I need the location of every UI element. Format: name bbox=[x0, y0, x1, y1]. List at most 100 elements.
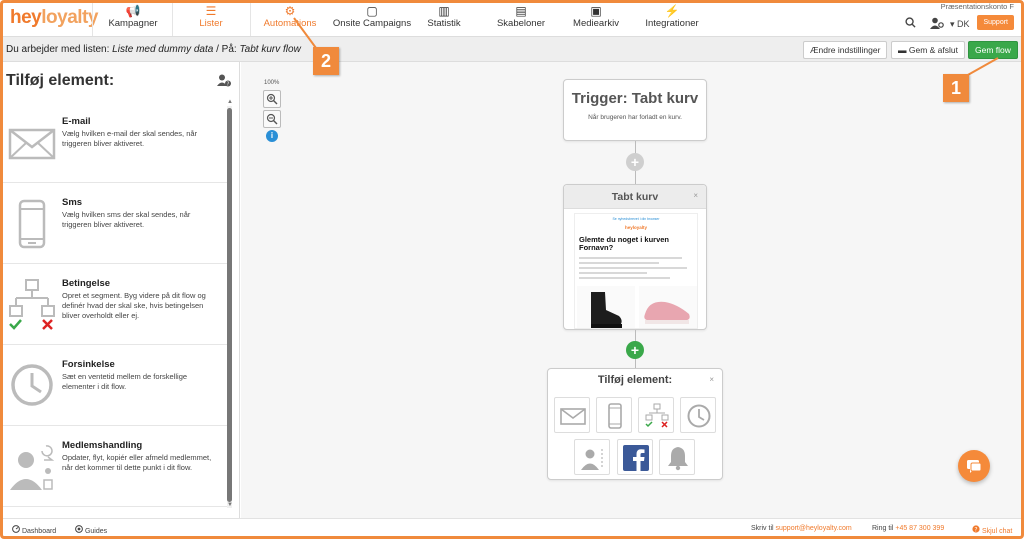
email-preview-logo: heyloyalty bbox=[624, 225, 647, 230]
element-list: E-mail Vælg hvilken e-mail der skal send… bbox=[0, 102, 228, 510]
stats-icon: ▥ bbox=[438, 4, 450, 18]
add-email-tile[interactable] bbox=[554, 397, 590, 433]
condition-tree-icon bbox=[9, 279, 55, 330]
email-preview: Se nyhedsbrevet i din browser heyloyalty… bbox=[574, 213, 698, 329]
sidebar-scrollbar-thumb[interactable] bbox=[227, 108, 232, 502]
email-preview-body-text bbox=[579, 257, 693, 279]
dashboard-label: Dashboard bbox=[21, 528, 57, 535]
nav-statistik-label: Statistik bbox=[427, 18, 461, 29]
svg-text:?: ? bbox=[974, 526, 977, 533]
add-step-button[interactable]: + bbox=[626, 153, 644, 171]
save-and-exit-button[interactable]: ▬ Gem & afslut bbox=[891, 41, 966, 59]
user-settings-icon[interactable] bbox=[930, 17, 944, 32]
element-medlemshandling[interactable]: Medlemshandling Opdater, flyt, kopiér el… bbox=[0, 426, 228, 507]
nav-integrationer[interactable]: ⚡ Integrationer bbox=[640, 0, 704, 36]
trigger-node[interactable]: Trigger: Tabt kurv Når brugeren har forl… bbox=[563, 79, 707, 141]
nav-skabeloner[interactable]: ▤ Skabeloner bbox=[490, 0, 552, 36]
element-forsinkelse-desc: Sæt en ventetid mellem de forskellige el… bbox=[62, 372, 188, 391]
element-email-title: E-mail bbox=[62, 116, 91, 127]
add-member-action-tile[interactable] bbox=[574, 439, 610, 475]
email-node[interactable]: Tabt kurv × Se nyhedsbrevet i din browse… bbox=[563, 184, 707, 330]
guides-icon bbox=[75, 525, 83, 533]
envelope-icon bbox=[560, 408, 586, 425]
add-notification-tile[interactable] bbox=[659, 439, 695, 475]
support-email: Skriv til support@heyloyalty.com bbox=[751, 525, 852, 532]
megaphone-icon: 📢 bbox=[125, 4, 141, 18]
support-email-link[interactable]: support@heyloyalty.com bbox=[776, 525, 852, 532]
email-preview-browser-link: Se nyhedsbrevet i din browser bbox=[612, 217, 660, 221]
language-label: DK bbox=[957, 19, 970, 29]
breadcrumb-list-name: Liste med dummy data bbox=[112, 44, 214, 55]
dashboard-link[interactable]: Dashboard bbox=[12, 525, 56, 535]
nav-divider bbox=[250, 0, 251, 36]
user-help-icon[interactable]: ? bbox=[217, 74, 231, 90]
hide-chat-link[interactable]: ? Skjul chat bbox=[972, 525, 1012, 535]
email-preview-headline: Glemte du noget i kurven Fornavn? bbox=[579, 235, 670, 252]
support-button[interactable]: Support bbox=[977, 15, 1014, 30]
scroll-down-arrow-icon[interactable]: ▼ bbox=[227, 502, 233, 508]
footer: Dashboard Guides Skriv til support@heylo… bbox=[0, 518, 1024, 539]
nav-statistik[interactable]: ▥ Statistik bbox=[416, 0, 472, 36]
facebook-icon bbox=[623, 445, 649, 471]
callout-2-pointer bbox=[293, 17, 317, 49]
bell-icon bbox=[668, 447, 688, 471]
scroll-up-arrow-icon[interactable]: ▲ bbox=[227, 99, 233, 105]
add-sms-tile[interactable] bbox=[596, 397, 632, 433]
element-sms[interactable]: Sms Vælg hvilken sms der skal sendes, nå… bbox=[0, 183, 228, 264]
zoom-out-button[interactable] bbox=[263, 110, 281, 128]
nav-mediearkiv-label: Mediearkiv bbox=[573, 18, 619, 29]
element-forsinkelse[interactable]: Forsinkelse Sæt en ventetid mellem de fo… bbox=[0, 345, 228, 426]
chat-button[interactable] bbox=[958, 450, 990, 482]
element-email[interactable]: E-mail Vælg hvilken e-mail der skal send… bbox=[0, 102, 228, 183]
nav-divider bbox=[92, 0, 93, 36]
top-navigation: heyloyalty 📢 Kampagner ☰ Lister ⚙ Automa… bbox=[0, 0, 1024, 37]
guides-link[interactable]: Guides bbox=[75, 525, 107, 535]
list-icon: ☰ bbox=[205, 4, 217, 18]
member-action-icon bbox=[10, 445, 55, 490]
info-icon[interactable]: i bbox=[266, 130, 278, 142]
list-context-bar: Du arbejder med listen: Liste med dummy … bbox=[0, 37, 1024, 62]
nav-onsite-campaigns[interactable]: ▢ Onsite Campaigns bbox=[330, 0, 414, 36]
support-phone-link[interactable]: +45 87 300 399 bbox=[895, 525, 944, 532]
template-icon: ▤ bbox=[515, 4, 527, 18]
add-step-button-active[interactable]: + bbox=[626, 341, 644, 359]
element-medlemshandling-desc: Opdater, flyt, kopiér eller afmeld medle… bbox=[62, 453, 212, 472]
nav-lister-label: Lister bbox=[199, 18, 223, 29]
close-icon[interactable]: × bbox=[709, 375, 714, 384]
element-forsinkelse-title: Forsinkelse bbox=[62, 359, 115, 370]
flow-canvas[interactable]: 100% i Trigger: Tabt kurv Når brugeren h… bbox=[241, 62, 1024, 518]
language-dropdown[interactable]: ▾ DK bbox=[950, 19, 970, 30]
write-to-label: Skriv til bbox=[751, 525, 774, 532]
nav-kampagner-label: Kampagner bbox=[108, 18, 158, 29]
element-sms-desc: Vælg hvilken sms der skal sendes, når tr… bbox=[62, 210, 191, 229]
close-icon[interactable]: × bbox=[693, 191, 698, 200]
zoom-in-icon bbox=[266, 93, 278, 105]
element-betingelse[interactable]: Betingelse Opret et segment. Byg videre … bbox=[0, 264, 228, 345]
change-settings-button[interactable]: Ændre indstillinger bbox=[803, 41, 888, 59]
nav-onsite-label: Onsite Campaigns bbox=[332, 18, 412, 29]
add-delay-tile[interactable] bbox=[680, 397, 716, 433]
callout-1: 1 bbox=[943, 74, 969, 102]
callout-2: 2 bbox=[313, 47, 339, 75]
svg-text:?: ? bbox=[227, 82, 230, 88]
floppy-icon: ▬ bbox=[898, 45, 909, 55]
nav-mediearkiv[interactable]: ▣ Mediearkiv bbox=[565, 0, 627, 36]
save-and-exit-label: Gem & afslut bbox=[908, 45, 959, 55]
heyloyalty-logo[interactable]: heyloyalty bbox=[10, 7, 98, 29]
element-sms-title: Sms bbox=[62, 197, 83, 208]
add-element-panel: Tilføj element: × bbox=[547, 368, 723, 480]
nav-lister[interactable]: ☰ Lister bbox=[173, 0, 249, 36]
condition-tree-icon bbox=[645, 403, 669, 428]
account-name[interactable]: Præsentationskonto F bbox=[941, 2, 1014, 11]
media-icon: ▣ bbox=[590, 4, 602, 18]
add-condition-tile[interactable] bbox=[638, 397, 674, 433]
element-sidebar: Tilføj element: ? E-mail Vælg hvilken e-… bbox=[0, 62, 240, 518]
search-icon[interactable] bbox=[905, 17, 916, 31]
nav-kampagner[interactable]: 📢 Kampagner bbox=[95, 0, 171, 36]
call-label: Ring til bbox=[872, 525, 894, 532]
element-betingelse-desc: Opret et segment. Byg videre på dit flow… bbox=[62, 291, 206, 320]
nav-skabeloner-label: Skabeloner bbox=[496, 18, 546, 29]
logo-text-hey: hey bbox=[10, 7, 42, 28]
add-facebook-tile[interactable] bbox=[617, 439, 653, 475]
zoom-in-button[interactable] bbox=[263, 90, 281, 108]
